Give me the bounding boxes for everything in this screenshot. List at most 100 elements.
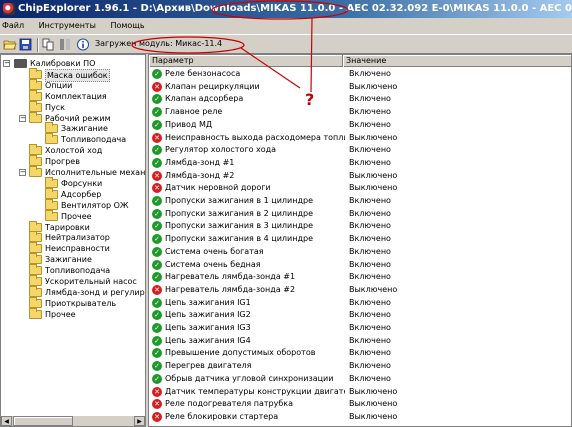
table-row[interactable]: ✓ Клапан адсорбера Включено [149,93,571,106]
menu-help[interactable]: Помощь [110,21,144,30]
open-folder-icon[interactable] [3,38,17,51]
table-row[interactable]: ✓ Нагреватель лямбда-зонда #1 Включено [149,271,571,284]
copy-icon[interactable] [42,38,56,51]
value-cell[interactable]: Включено [349,144,391,157]
value-cell[interactable]: Включено [349,195,391,208]
tree-item[interactable]: Опции [1,78,145,91]
table-row[interactable]: ✓ Привод МД Включено [149,119,571,132]
tree-item[interactable]: Приоткрыватель [1,296,145,309]
value-cell[interactable]: Включено [349,322,391,335]
tree-item[interactable]: − Рабочий режим [1,111,145,124]
compare-icon[interactable] [58,38,72,51]
scroll-right-icon[interactable]: ▶ [134,416,145,426]
expand-toggle-icon[interactable]: − [3,60,10,67]
tree-item-label: Топливоподача [61,135,127,145]
expand-toggle-icon[interactable]: − [19,114,26,122]
table-row[interactable]: ✕ Нагреватель лямбда-зонда #2 Выключено [149,284,571,297]
tree-item[interactable]: Маска ошибок [1,67,145,82]
scroll-left-icon[interactable]: ◀ [1,416,12,426]
value-cell[interactable]: Включено [349,233,391,246]
value-cell[interactable]: Выключено [349,182,397,195]
tree-item[interactable]: Форсунки [1,176,145,189]
tree-item-label: Опции [45,80,73,90]
value-cell[interactable]: Выключено [349,170,397,183]
tree-item[interactable]: Неисправности [1,242,145,254]
value-cell[interactable]: Включено [349,335,391,348]
tree-item[interactable]: Прогрев [1,155,145,167]
tree-item[interactable]: Нейтрализатор [1,231,145,243]
value-cell[interactable]: Включено [349,93,391,106]
table-row[interactable]: ✓ Пропуски зажигания в 3 цилиндре Включено [149,220,571,233]
table-row[interactable]: ✕ Неисправность выхода расходомера топлив… [149,132,571,145]
table-row[interactable]: ✓ Пропуски зажигания в 4 цилиндре Включено [149,233,571,246]
value-cell[interactable]: Включено [349,106,391,119]
value-cell[interactable]: Включено [349,297,391,310]
value-cell[interactable]: Выключено [349,284,397,297]
tree-item[interactable]: Пуск [1,100,145,113]
value-cell[interactable]: Выключено [349,398,397,411]
value-cell[interactable]: Выключено [349,81,397,94]
table-row[interactable]: ✕ Реле подогревателя патрубка Выключено [149,398,571,411]
table-row[interactable]: ✓ Цепь зажигания IG4 Включено [149,335,571,348]
tree-item[interactable]: Вентилятор ОЖ [1,198,145,211]
table-row[interactable]: ✓ Регулятор холостого хода Включено [149,144,571,157]
menu-tools[interactable]: Инструменты [39,21,96,30]
table-row[interactable]: ✓ Система очень богатая Включено [149,246,571,259]
tree-item[interactable]: Прочее [1,307,145,320]
value-cell[interactable]: Выключено [349,132,397,145]
scroll-thumb[interactable] [13,416,73,426]
table-row[interactable]: ✕ Реле блокировки стартера Выключено [149,411,571,424]
table-row[interactable]: ✓ Превышение допустимых оборотов Включено [149,347,571,360]
tree-item[interactable]: − Калибровки ПО [1,58,145,69]
value-cell[interactable]: Выключено [349,411,397,424]
value-cell[interactable]: Включено [349,360,391,373]
table-row[interactable]: ✓ Цепь зажигания IG3 Включено [149,322,571,335]
table-row[interactable]: ✓ Цепь зажигания IG1 Включено [149,297,571,310]
table-row[interactable]: ✓ Лямбда-зонд #1 Включено [149,157,571,170]
tree-item[interactable]: Топливоподача [1,133,145,145]
table-row[interactable]: ✕ Датчик неровной дороги Выключено [149,182,571,195]
value-cell[interactable]: Включено [349,68,391,81]
tree-item[interactable]: Комплектация [1,89,145,102]
tree-item[interactable]: Зажигание [1,253,145,265]
header-param[interactable]: Параметр [149,55,343,67]
table-row[interactable]: ✓ Система очень бедная Включено [149,259,571,272]
value-cell[interactable]: Выключено [349,386,397,399]
table-row[interactable]: ✓ Перегрев двигателя Включено [149,360,571,373]
tree-item[interactable]: Зажигание [1,122,145,134]
table-row[interactable]: ✓ Пропуски зажигания в 1 цилиндре Включено [149,195,571,208]
value-cell[interactable]: Включено [349,309,391,322]
tree-item[interactable]: Ускорительный насос [1,275,145,287]
header-value[interactable]: Значение [343,55,571,67]
table-row[interactable]: ✕ Лямбда-зонд #2 Выключено [149,170,571,183]
value-cell[interactable]: Включено [349,373,391,386]
save-icon[interactable] [19,38,33,51]
table-row[interactable]: ✓ Обрыв датчика угловой синхронизации Вклю… [149,373,571,386]
tree-item[interactable]: − Исполнительные механизмы [1,166,145,178]
table-row[interactable]: ✓ Пропуски зажигания в 2 цилиндре Включено [149,208,571,221]
table-row[interactable]: ✓ Главное реле Включено [149,106,571,119]
value-cell[interactable]: Включено [349,157,391,170]
menu-file[interactable]: Файл [2,21,24,30]
table-row[interactable]: ✕ Датчик температуры конструкции двигател… [149,386,571,399]
calibration-tree[interactable]: − Калибровки ПО Маска ошибок Опции Комплекта… [0,54,146,427]
value-cell[interactable]: Включено [349,208,391,221]
tree-item[interactable]: Тарировки [1,220,145,233]
table-row[interactable]: ✓ Цепь зажигания IG2 Включено [149,309,571,322]
value-cell[interactable]: Включено [349,246,391,259]
tree-item[interactable]: Адсорбер [1,187,145,200]
table-row[interactable]: ✕ Клапан рециркуляции Выключено [149,81,571,94]
table-row[interactable]: ✓ Реле бензонасоса Включено [149,68,571,81]
expand-toggle-icon[interactable]: − [19,169,26,176]
tree-item[interactable]: Лямбда-зонд и регулирование [1,285,145,298]
tree-horizontal-scrollbar[interactable]: ◀ ▶ [1,415,145,426]
value-cell[interactable]: Включено [349,259,391,272]
value-cell[interactable]: Включено [349,220,391,233]
value-cell[interactable]: Включено [349,119,391,132]
tree-item[interactable]: Топливоподача [1,264,145,276]
tree-item[interactable]: Прочее [1,209,145,222]
value-cell[interactable]: Включено [349,271,391,284]
info-icon[interactable] [76,38,90,51]
tree-item[interactable]: Холостой ход [1,144,145,156]
value-cell[interactable]: Включено [349,347,391,360]
